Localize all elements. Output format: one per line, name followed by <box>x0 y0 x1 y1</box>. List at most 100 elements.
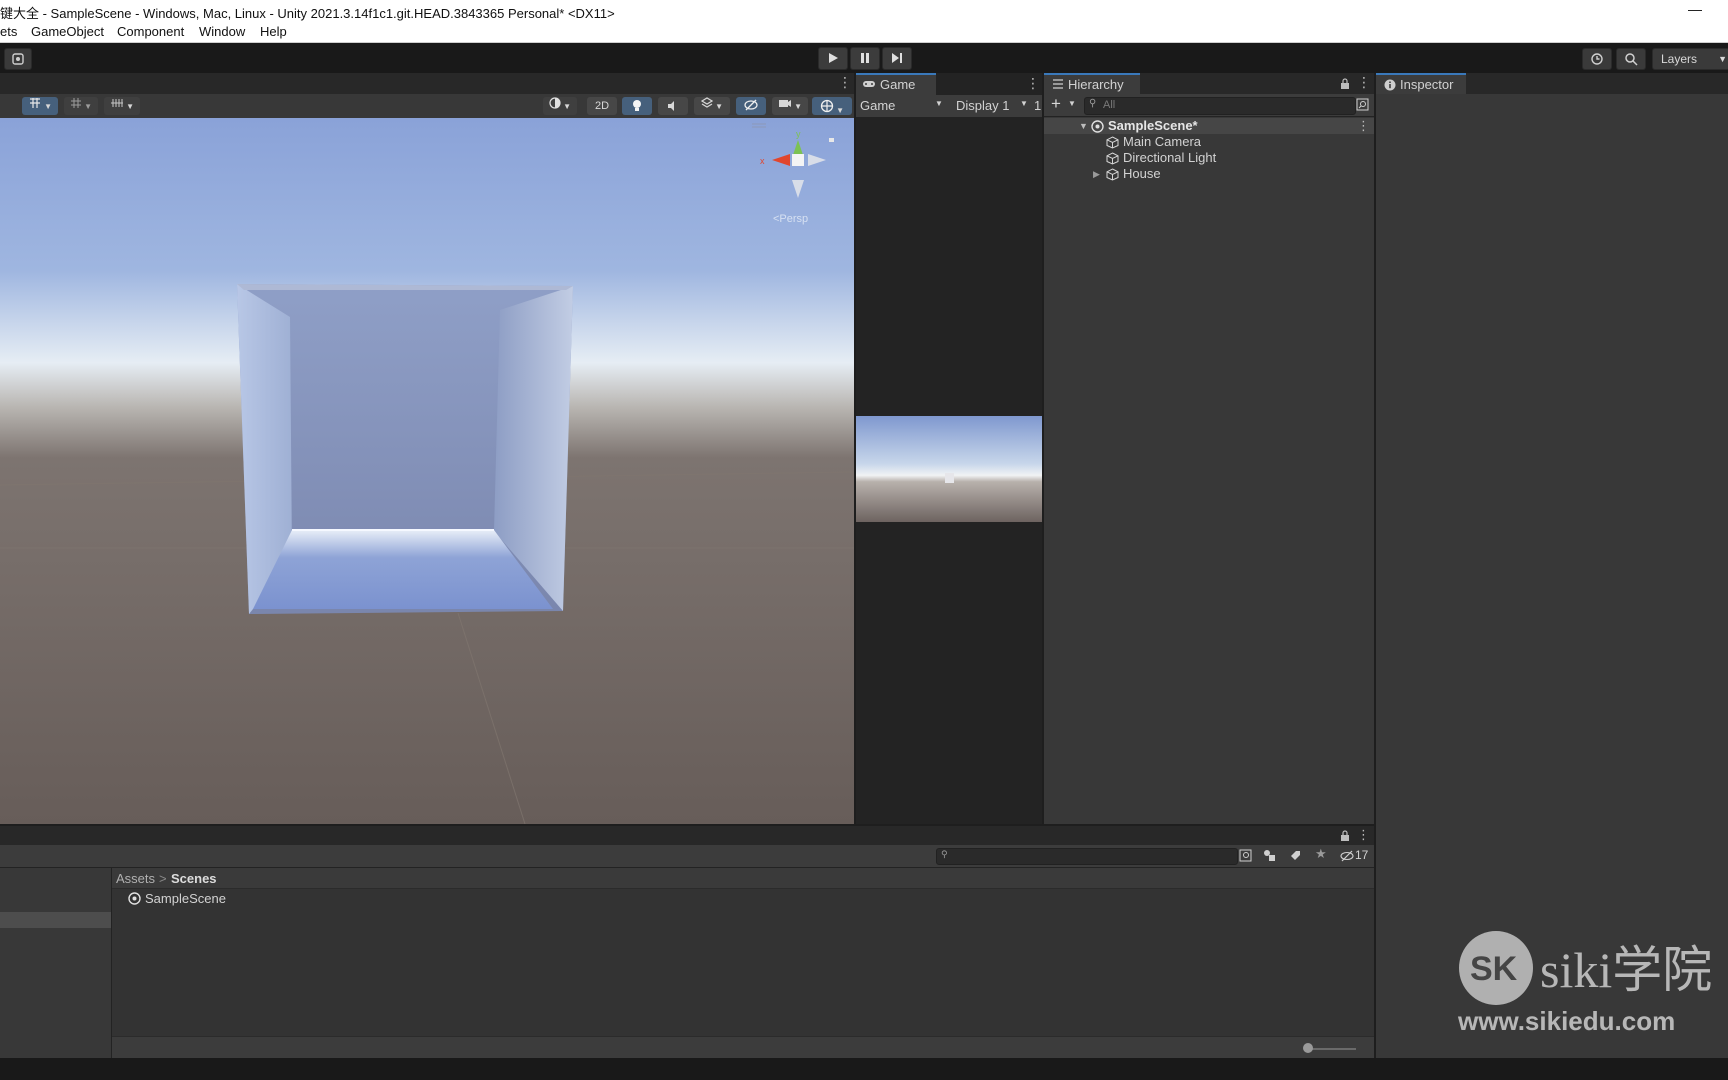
scene-view[interactable]: y x <Persp <box>0 118 854 824</box>
layers-stack-icon <box>700 97 714 108</box>
game-mode-select[interactable]: Game <box>860 98 895 113</box>
window-title-bar: 键大全 - SampleScene - Windows, Mac, Linux … <box>0 0 1728 22</box>
cloud-icon <box>12 53 24 65</box>
layers-dropdown[interactable]: Layers ▼ <box>1652 48 1728 70</box>
menu-gameobject[interactable]: GameObject <box>31 24 104 39</box>
tab-inspector[interactable]: Inspector <box>1376 73 1466 94</box>
step-button[interactable] <box>882 47 912 70</box>
expand-arrow-icon[interactable]: ▼ <box>1079 118 1088 134</box>
display-select[interactable]: Display 1 <box>956 98 1009 113</box>
inspector-panel: Inspector SK siki学院 www.sikiedu.com <box>1376 73 1728 1060</box>
add-object-button[interactable]: + <box>1051 94 1061 114</box>
watermark-url: www.sikiedu.com <box>1458 1006 1676 1036</box>
more-options-icon[interactable]: ⋮ <box>1357 118 1370 134</box>
info-icon <box>1384 79 1396 91</box>
icon-size-slider-track[interactable] <box>1306 1048 1356 1050</box>
hierarchy-scene-row[interactable]: ▼ SampleScene* ⋮ <box>1044 118 1374 134</box>
hierarchy-panel: Hierarchy ⋮ + ▼ ⚲ All ▼ SampleScene* ⋮ M… <box>1044 73 1374 824</box>
search-by-type-icon[interactable] <box>1239 849 1252 862</box>
hierarchy-item-label: Directional Light <box>1123 150 1217 165</box>
toggle-2d-button[interactable]: 2D <box>587 97 617 115</box>
minimize-button[interactable]: — <box>1688 1 1702 17</box>
hierarchy-search-placeholder: All <box>1103 99 1116 111</box>
gizmos-dropdown[interactable]: ▼ <box>812 97 852 115</box>
chevron-down-icon[interactable]: ▼ <box>1068 99 1076 108</box>
grid-snap-dropdown[interactable]: ▼ <box>64 97 98 115</box>
scene-tab-bar: ⋮ <box>0 73 854 94</box>
project-folder-tree[interactable] <box>0 868 112 1060</box>
gizmo-x-label: x <box>760 156 765 166</box>
more-options-icon[interactable]: ⋮ <box>1026 75 1040 92</box>
history-icon <box>1591 53 1603 65</box>
folder-tree-selected-row[interactable] <box>0 912 111 928</box>
breadcrumb: Assets > Scenes <box>112 868 1374 889</box>
effects-dropdown[interactable]: ▼ <box>694 97 730 115</box>
lock-icon[interactable] <box>1340 830 1350 841</box>
transform-tool-dropdown[interactable]: ▼ <box>22 97 58 115</box>
menu-help[interactable]: Help <box>260 24 287 39</box>
scene-viewport[interactable]: y x <Persp <box>0 118 854 824</box>
gizmo-y-label: y <box>796 129 801 139</box>
menu-component[interactable]: Component <box>117 24 184 39</box>
play-button[interactable] <box>818 47 848 70</box>
search-by-type-icon[interactable] <box>1356 98 1369 111</box>
hierarchy-item[interactable]: Main Camera <box>1044 134 1374 150</box>
search-icon: ⚲ <box>941 849 948 859</box>
history-button[interactable] <box>1582 48 1612 70</box>
hierarchy-search-field[interactable]: ⚲ All <box>1084 97 1356 115</box>
chevron-down-icon[interactable]: ▼ <box>935 99 943 108</box>
gamepad-icon <box>863 81 875 87</box>
project-panel: ⋮ ⚲ ★ 17 Assets > Scenes SampleScene <box>0 826 1374 1061</box>
siki-logo: SK <box>1459 931 1533 1005</box>
house-preview <box>945 473 954 483</box>
hidden-packages-count: 17 <box>1355 848 1369 862</box>
speaker-icon <box>668 101 674 111</box>
hierarchy-scene-name: SampleScene* <box>1108 118 1198 133</box>
increment-snap-dropdown[interactable]: ▼ <box>104 97 140 115</box>
layers-label: Layers <box>1661 52 1698 66</box>
lighting-toggle[interactable] <box>622 97 652 115</box>
siki-watermark: SK siki学院 www.sikiedu.com <box>1456 928 1728 1036</box>
search-button[interactable] <box>1616 48 1646 70</box>
more-options-icon[interactable]: ⋮ <box>1357 74 1371 91</box>
more-options-icon[interactable]: ⋮ <box>838 75 852 89</box>
more-options-icon[interactable]: ⋮ <box>1357 827 1370 843</box>
menu-window[interactable]: Window <box>199 24 245 39</box>
expand-arrow-icon[interactable]: ▶ <box>1093 166 1100 182</box>
pause-icon <box>861 53 869 63</box>
gizmo-persp-label[interactable]: <Persp <box>773 213 808 225</box>
lock-icon[interactable] <box>1340 78 1350 89</box>
label-icon[interactable] <box>1289 849 1302 862</box>
asset-item[interactable]: SampleScene <box>128 890 328 906</box>
breadcrumb-assets[interactable]: Assets <box>116 871 155 886</box>
gizmo-icon <box>820 99 834 113</box>
tab-hierarchy-label: Hierarchy <box>1068 77 1124 92</box>
icon-size-slider-thumb[interactable] <box>1303 1043 1313 1053</box>
hierarchy-item-label: Main Camera <box>1123 134 1202 149</box>
project-search-field[interactable]: ⚲ <box>936 848 1238 865</box>
shading-mode-dropdown[interactable]: ▼ <box>543 97 577 115</box>
tab-game[interactable]: Game <box>856 73 936 95</box>
ruler-icon <box>110 99 123 107</box>
collab-button[interactable] <box>4 48 32 70</box>
house-model[interactable] <box>237 284 573 614</box>
star-icon[interactable]: ★ <box>1315 846 1327 862</box>
inspector-tab-bar: Inspector <box>1376 73 1728 94</box>
hierarchy-item[interactable]: ▶ House <box>1044 166 1374 182</box>
menu-assets[interactable]: ets <box>0 24 17 39</box>
hierarchy-item[interactable]: Directional Light <box>1044 150 1374 166</box>
hidden-objects-toggle[interactable] <box>736 97 766 115</box>
camera-settings-dropdown[interactable]: ▼ <box>772 97 808 115</box>
main-toolbar: Layers ▼ <box>0 43 1728 73</box>
pause-button[interactable] <box>850 47 880 70</box>
game-view[interactable] <box>856 416 1042 522</box>
aspect-select[interactable]: 1 <box>1034 98 1041 113</box>
tab-hierarchy[interactable]: Hierarchy <box>1044 73 1140 94</box>
audio-toggle[interactable] <box>658 97 688 115</box>
chevron-down-icon[interactable]: ▼ <box>1020 99 1028 108</box>
project-content: Assets > Scenes SampleScene <box>112 868 1374 1061</box>
breadcrumb-scenes[interactable]: Scenes <box>171 871 217 886</box>
tab-game-label: Game <box>880 77 916 92</box>
eye-slash-icon[interactable] <box>1340 850 1354 862</box>
filter-by-type-icon[interactable] <box>1263 849 1277 862</box>
